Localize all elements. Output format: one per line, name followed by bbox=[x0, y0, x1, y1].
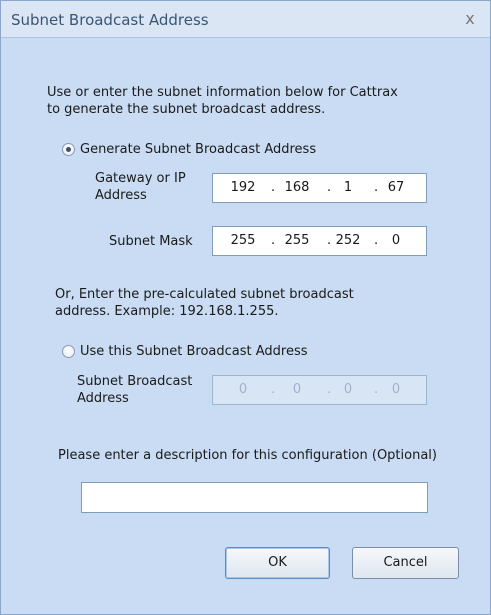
subnet-mask-label: Subnet Mask bbox=[109, 234, 193, 249]
dot: . bbox=[271, 382, 276, 397]
or-text-line1: Or, Enter the pre-calculated subnet broa… bbox=[55, 287, 354, 302]
dot: . bbox=[271, 180, 276, 195]
gateway-label-line1: Gateway or IP bbox=[95, 171, 186, 186]
dot: . bbox=[271, 233, 276, 248]
broadcast-octet-3[interactable]: 0 bbox=[328, 382, 368, 397]
subnet-broadcast-dialog: Subnet Broadcast Address x Use or enter … bbox=[0, 0, 491, 615]
mask-octet-1[interactable]: 255 bbox=[223, 233, 263, 248]
close-button[interactable]: x bbox=[462, 10, 478, 28]
broadcast-octet-1[interactable]: 0 bbox=[223, 382, 263, 397]
or-text-line2: address. Example: 192.168.1.255. bbox=[55, 304, 279, 319]
ok-button[interactable]: OK bbox=[225, 547, 330, 579]
gateway-octet-3[interactable]: 1 bbox=[328, 180, 368, 195]
cancel-button[interactable]: Cancel bbox=[352, 547, 459, 579]
mask-octet-3[interactable]: 252 bbox=[328, 233, 368, 248]
description-prompt: Please enter a description for this conf… bbox=[58, 448, 437, 463]
broadcast-octet-4[interactable]: 0 bbox=[376, 382, 416, 397]
gateway-octet-1[interactable]: 192 bbox=[223, 180, 263, 195]
use-address-radio[interactable] bbox=[62, 345, 75, 358]
intro-text-line1: Use or enter the subnet information belo… bbox=[47, 85, 398, 100]
title-bar: Subnet Broadcast Address x bbox=[1, 1, 490, 38]
description-input[interactable] bbox=[81, 482, 428, 513]
generate-radio[interactable] bbox=[62, 143, 75, 156]
gateway-label-line2: Address bbox=[95, 188, 147, 203]
gateway-octet-4[interactable]: 67 bbox=[376, 180, 416, 195]
broadcast-octet-2[interactable]: 0 bbox=[277, 382, 317, 397]
broadcast-address-input[interactable]: 0 . 0 . 0 . 0 bbox=[212, 375, 427, 405]
mask-octet-4[interactable]: 0 bbox=[376, 233, 416, 248]
use-address-radio-label[interactable]: Use this Subnet Broadcast Address bbox=[80, 343, 308, 360]
gateway-ip-input[interactable]: 192 . 168 . 1 . 67 bbox=[212, 173, 427, 203]
gateway-octet-2[interactable]: 168 bbox=[277, 180, 317, 195]
intro-text-line2: to generate the subnet broadcast address… bbox=[47, 102, 326, 117]
mask-octet-2[interactable]: 255 bbox=[277, 233, 317, 248]
dialog-title: Subnet Broadcast Address bbox=[11, 11, 209, 29]
broadcast-label-line2: Address bbox=[77, 391, 129, 406]
subnet-mask-input[interactable]: 255 . 255 . 252 . 0 bbox=[212, 226, 427, 256]
broadcast-label-line1: Subnet Broadcast bbox=[77, 374, 193, 389]
generate-radio-label[interactable]: Generate Subnet Broadcast Address bbox=[80, 141, 316, 158]
